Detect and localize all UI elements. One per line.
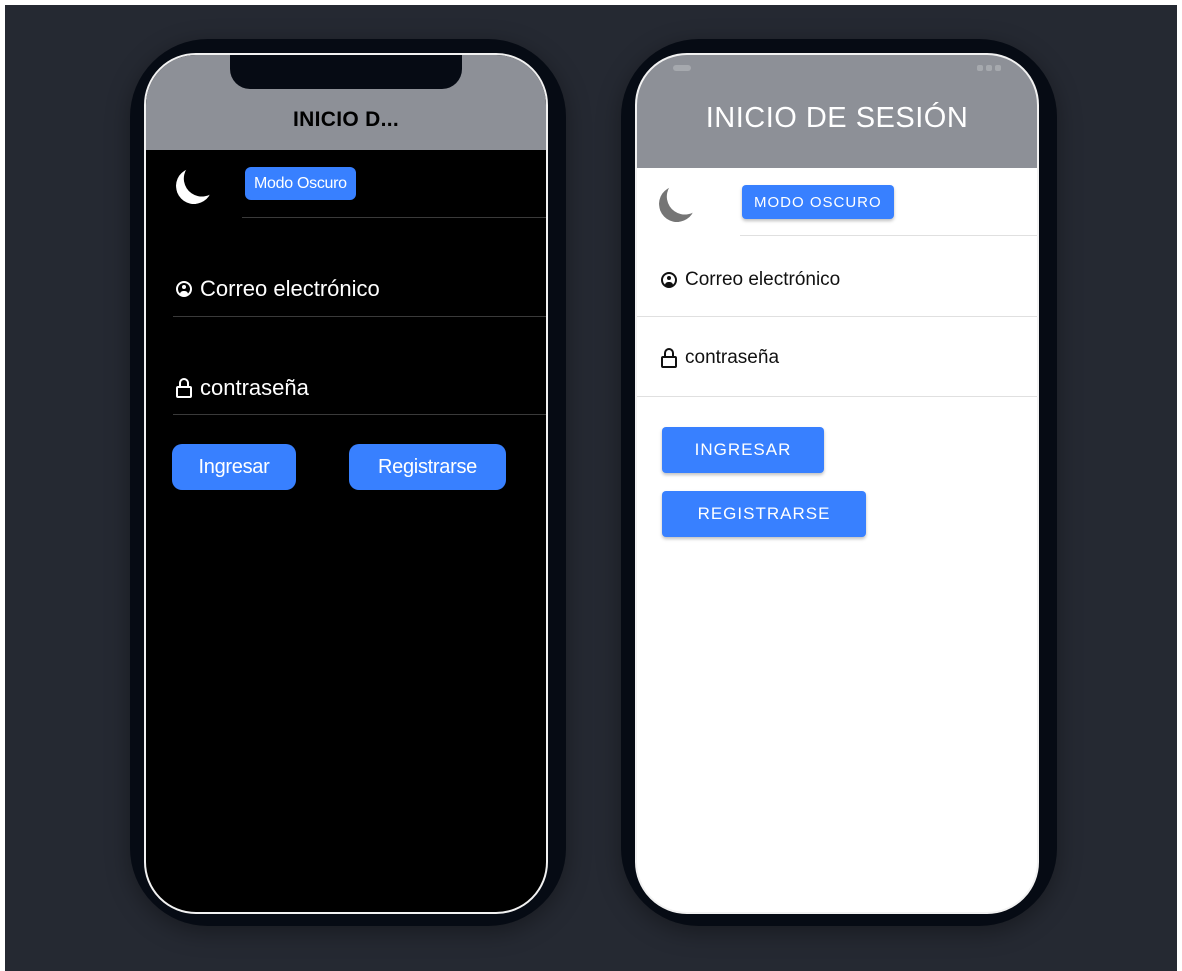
preview-canvas: INICIO D... Modo Oscuro Correo electróni…: [5, 5, 1177, 971]
dark-mode-toggle[interactable]: Modo Oscuro: [245, 167, 356, 200]
user-circle-icon: [661, 272, 677, 288]
email-divider: [637, 316, 1037, 317]
moon-icon: [173, 165, 215, 207]
register-button[interactable]: REGISTRARSE: [662, 491, 866, 537]
toggle-divider: [242, 217, 546, 218]
page-title: INICIO D...: [293, 107, 399, 131]
status-time-indicator: [673, 65, 691, 71]
password-divider: [637, 396, 1037, 397]
toggle-divider: [740, 235, 1037, 236]
register-button[interactable]: Registrarse: [349, 444, 506, 490]
password-field[interactable]: contraseña: [661, 347, 779, 369]
password-label: contraseña: [685, 347, 780, 368]
login-button[interactable]: Ingresar: [172, 444, 296, 490]
email-field[interactable]: Correo electrónico: [176, 276, 380, 302]
moon-icon: [656, 183, 698, 225]
light-phone-screen: INICIO DE SESIÓN MODO OSCURO Correo elec…: [635, 53, 1039, 914]
login-button[interactable]: INGRESAR: [662, 427, 824, 473]
status-icons: [977, 65, 1001, 71]
page-title: INICIO DE SESIÓN: [705, 102, 969, 134]
status-bar: [637, 55, 1037, 85]
email-divider: [173, 316, 546, 317]
dark-mode-toggle[interactable]: MODO OSCURO: [742, 185, 894, 219]
dark-phone-preview: INICIO D... Modo Oscuro Correo electróni…: [130, 39, 566, 926]
light-phone-preview: INICIO DE SESIÓN MODO OSCURO Correo elec…: [621, 39, 1057, 926]
wifi-icon: [986, 65, 992, 71]
phone-notch: [230, 55, 462, 89]
email-label: Correo electrónico: [685, 269, 841, 290]
password-divider: [173, 414, 546, 415]
lock-icon: [176, 378, 192, 398]
user-circle-icon: [176, 281, 192, 297]
lock-icon: [661, 348, 677, 368]
app-header: INICIO DE SESIÓN: [637, 55, 1037, 168]
dark-phone-screen: INICIO D... Modo Oscuro Correo electróni…: [144, 53, 548, 914]
signal-icon: [977, 65, 983, 71]
password-label: contraseña: [200, 375, 309, 400]
battery-icon: [995, 65, 1001, 71]
password-field[interactable]: contraseña: [176, 375, 309, 401]
email-field[interactable]: Correo electrónico: [661, 269, 840, 291]
email-label: Correo electrónico: [200, 276, 380, 301]
